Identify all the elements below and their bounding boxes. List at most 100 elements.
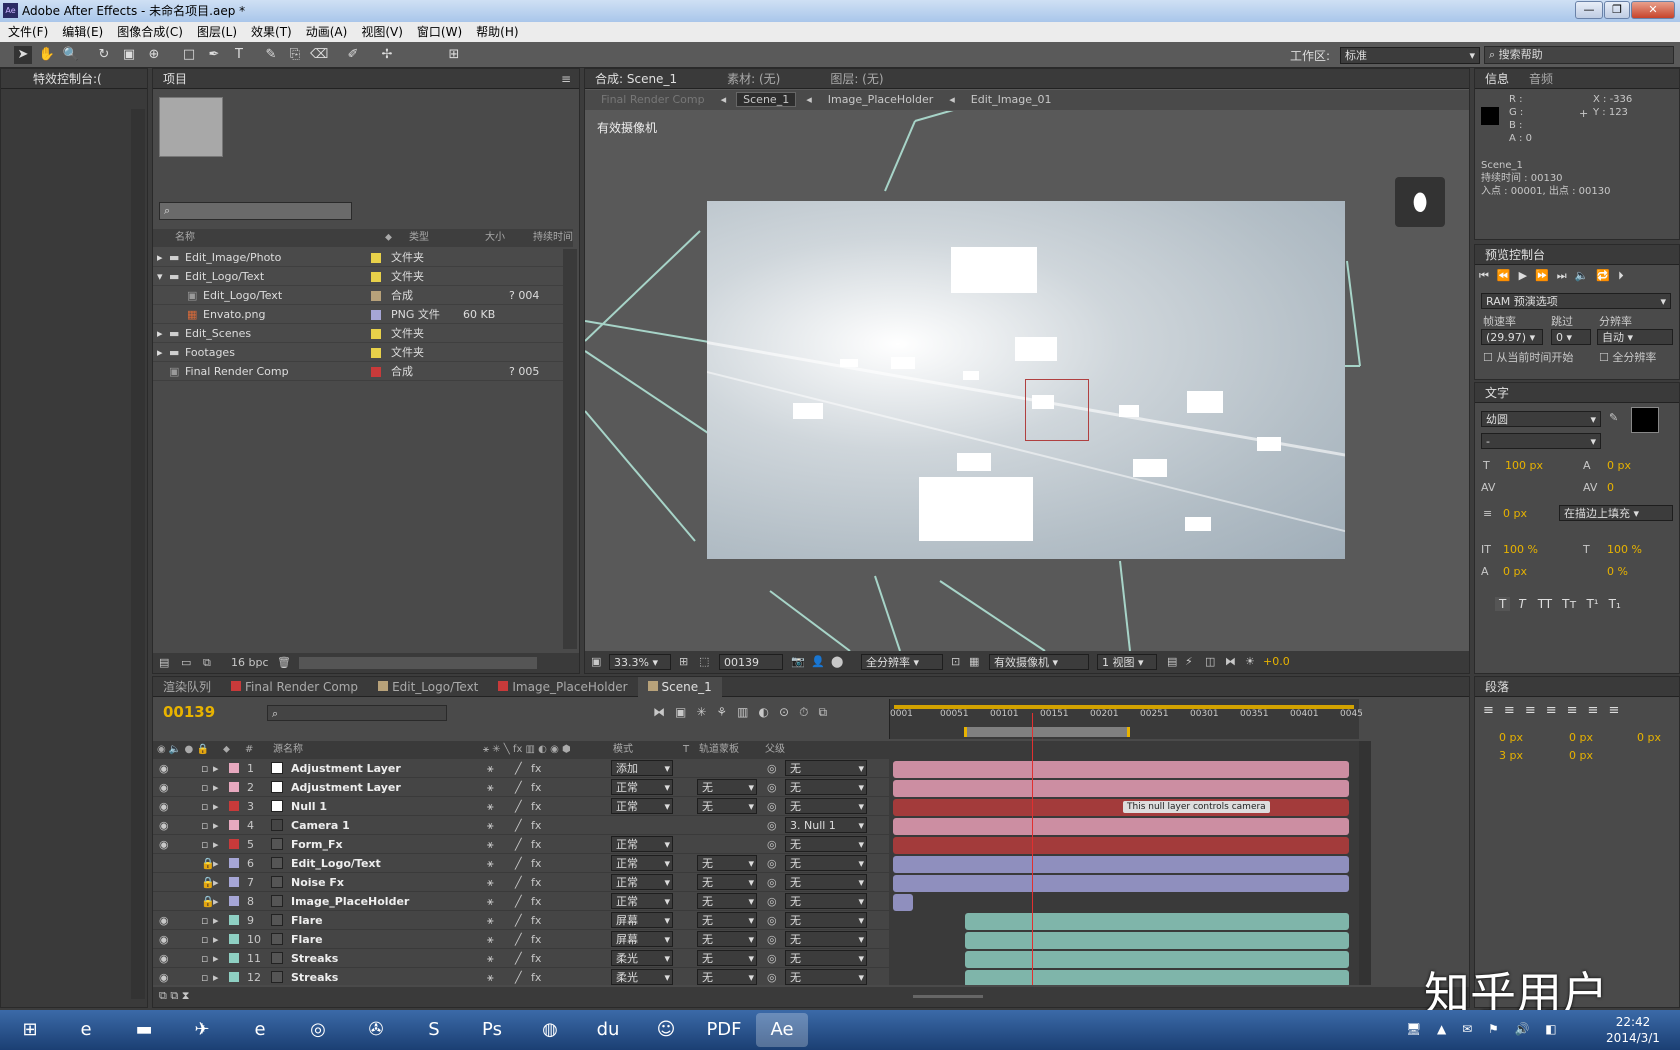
col-parent[interactable]: 父级 xyxy=(765,741,785,759)
label-color[interactable] xyxy=(371,348,381,358)
blend-mode-dropdown[interactable]: 柔光 ▾ xyxy=(611,969,673,985)
switch-fx-icon[interactable]: fx xyxy=(531,892,541,911)
blend-mode-dropdown[interactable]: 屏幕 ▾ xyxy=(611,931,673,947)
comp-flowchart-icon[interactable]: ⧓ xyxy=(653,705,675,719)
lock-icon[interactable]: ▫ xyxy=(201,816,208,835)
switch-quality-icon[interactable]: ╱ xyxy=(515,778,522,797)
switch-quality-icon[interactable]: ╱ xyxy=(515,835,522,854)
roto-brush-tool-icon[interactable]: ✐ xyxy=(344,46,362,64)
switch-quality-icon[interactable]: ╱ xyxy=(515,968,522,985)
label-color[interactable] xyxy=(229,763,239,773)
brush-tool-icon[interactable]: ✎ xyxy=(262,46,280,64)
label-color[interactable] xyxy=(229,839,239,849)
horizontal-scale-value[interactable]: 100 % xyxy=(1607,543,1642,556)
visibility-eye-icon[interactable]: ◉ xyxy=(159,930,169,949)
stroke-width-value[interactable]: 0 px xyxy=(1503,507,1527,520)
flowchart-icon[interactable]: ⧓ xyxy=(1225,651,1236,673)
layer-row[interactable]: 🔒 ▸ 7 Noise Fx ⚹ ╱ fx 正常 ▾ 无 ▾ ◎ 无 ▾ xyxy=(153,873,889,892)
font-family-dropdown[interactable]: 幼圆 ▾ xyxy=(1481,411,1601,427)
expand-arrow-icon[interactable]: ▸ xyxy=(213,968,219,985)
selection-tool-icon[interactable]: ➤ xyxy=(14,46,32,64)
col-mode[interactable]: 模式 xyxy=(613,741,633,759)
workspace-dropdown[interactable]: 标准 ▾ xyxy=(1340,47,1480,64)
expand-arrow-icon[interactable]: ▸ xyxy=(157,325,163,343)
clone-tool-icon[interactable]: ⎘ xyxy=(286,46,304,64)
label-color[interactable] xyxy=(371,310,381,320)
all-caps-button[interactable]: TT xyxy=(1538,597,1552,611)
switch-shy-icon[interactable]: ⚹ xyxy=(487,759,494,778)
ram-preview-icon[interactable]: ⏵ xyxy=(1618,269,1624,282)
label-color[interactable] xyxy=(229,877,239,887)
layer-row[interactable]: ◉ ▫ ▸ 5 Form_Fx ⚹ ╱ fx 正常 ▾ ◎ 无 ▾ xyxy=(153,835,889,854)
resolution-dropdown[interactable]: 全分辨率 ▾ xyxy=(861,654,943,670)
col-duration[interactable]: 持续时间 xyxy=(533,229,573,247)
visibility-eye-icon[interactable]: ◉ xyxy=(159,968,169,985)
align-right-icon[interactable]: ≡ xyxy=(1525,703,1546,718)
new-folder-icon[interactable]: ▭ xyxy=(181,653,191,673)
menu-item[interactable]: 图像合成(C) xyxy=(117,25,183,39)
switch-quality-icon[interactable]: ╱ xyxy=(515,797,522,816)
layer-name[interactable]: Noise Fx xyxy=(291,873,344,892)
clock-icon[interactable]: ⏱ xyxy=(799,705,818,719)
breadcrumb-item[interactable]: Final Render Comp xyxy=(595,93,711,106)
expand-arrow-icon[interactable]: ▸ xyxy=(157,344,163,362)
breadcrumb-item[interactable]: Edit_Image_01 xyxy=(965,93,1058,106)
col-source-name[interactable]: 源名称 xyxy=(273,741,303,759)
draft-3d-icon[interactable]: ▣ xyxy=(675,705,696,719)
menu-item[interactable]: 帮助(H) xyxy=(476,25,518,39)
indent-right-value[interactable]: 0 px xyxy=(1637,731,1661,744)
lock-icon[interactable]: ▫ xyxy=(201,930,208,949)
windows-start-icon[interactable]: ⊞ xyxy=(4,1013,56,1047)
switch-fx-icon[interactable]: fx xyxy=(531,835,541,854)
show-snapshot-icon[interactable]: 👤 xyxy=(811,651,825,673)
eraser-tool-icon[interactable]: ⌫ xyxy=(310,46,328,64)
effects-control-tab[interactable]: 特效控制台:( xyxy=(1,69,112,89)
tray-icons[interactable]: 🖥 ▲ ✉ ⚑ 🔊 ◧ xyxy=(1406,1022,1563,1036)
menu-item[interactable]: 视图(V) xyxy=(361,25,403,39)
viewer-tab[interactable]: 合成: Scene_1 xyxy=(585,69,687,89)
switch-shy-icon[interactable]: ⚹ xyxy=(487,778,494,797)
project-item-row[interactable]: ▾ ▬ Edit_Logo/Text 文件夹 xyxy=(153,268,563,286)
menu-item[interactable]: 窗口(W) xyxy=(417,25,462,39)
switch-fx-icon[interactable]: fx xyxy=(531,873,541,892)
label-color[interactable] xyxy=(371,329,381,339)
blend-mode-dropdown[interactable]: 正常 ▾ xyxy=(611,855,673,871)
parent-dropdown[interactable]: 无 ▾ xyxy=(785,912,867,928)
project-h-scrollbar[interactable] xyxy=(299,657,537,669)
photoshop-icon[interactable]: Ps xyxy=(466,1013,518,1047)
layer-duration-bar[interactable] xyxy=(893,780,1349,797)
rotate-tool-icon[interactable]: ↻ xyxy=(95,46,113,64)
visibility-eye-icon[interactable]: ◉ xyxy=(159,835,169,854)
layer-row[interactable]: ◉ ▫ ▸ 1 Adjustment Layer ⚹ ╱ fx 添加 ▾ ◎ 无 ▾ xyxy=(153,759,889,778)
expand-arrow-icon[interactable]: ▸ xyxy=(213,797,219,816)
layer-name[interactable]: Null 1 xyxy=(291,797,327,816)
ie-icon[interactable]: e xyxy=(234,1013,286,1047)
layer-row[interactable]: ◉ ▫ ▸ 2 Adjustment Layer ⚹ ╱ fx 正常 ▾ 无 ▾ ◎… xyxy=(153,778,889,797)
layer-row[interactable]: ◉ ▫ ▸ 3 Null 1 ⚹ ╱ fx 正常 ▾ 无 ▾ ◎ 无 ▾ xyxy=(153,797,889,816)
zoom-tool-icon[interactable]: 🔍 xyxy=(62,46,80,64)
expand-arrow-icon[interactable]: ▸ xyxy=(157,249,163,267)
layer-duration-bar[interactable] xyxy=(965,951,1349,968)
pickwhip-icon[interactable]: ◎ xyxy=(767,873,777,892)
align-left-icon[interactable]: ≡ xyxy=(1483,703,1504,718)
label-color[interactable] xyxy=(229,934,239,944)
vertical-scale-value[interactable]: 100 % xyxy=(1503,543,1538,556)
justify-all-icon[interactable]: ≡ xyxy=(1608,703,1629,718)
blend-mode-dropdown[interactable]: 正常 ▾ xyxy=(611,836,673,852)
blend-mode-dropdown[interactable]: 正常 ▾ xyxy=(611,798,673,814)
label-color[interactable] xyxy=(229,782,239,792)
help-search-input[interactable]: ⌕ 搜索帮助 xyxy=(1484,46,1674,64)
zoom-dropdown[interactable]: 33.3% ▾ xyxy=(609,654,671,670)
track-matte-dropdown[interactable]: 无 ▾ xyxy=(697,779,757,795)
baseline-shift-value[interactable]: 0 px xyxy=(1503,565,1527,578)
motion-blur-icon[interactable]: ▥ xyxy=(737,705,758,719)
pickwhip-icon[interactable]: ◎ xyxy=(767,835,777,854)
layer-name[interactable]: Camera 1 xyxy=(291,816,350,835)
layer-row[interactable]: ◉ ▫ ▸ 12 Streaks ⚹ ╱ fx 柔光 ▾ 无 ▾ ◎ 无 ▾ xyxy=(153,968,889,985)
parent-dropdown[interactable]: 无 ▾ xyxy=(785,836,867,852)
layer-duration-bar[interactable] xyxy=(893,875,1349,892)
timeline-tab[interactable]: 渲染队列 xyxy=(153,677,221,697)
hand-tool-icon[interactable]: ✋ xyxy=(38,46,56,64)
channel-icon[interactable]: ⬤ xyxy=(831,651,843,673)
breadcrumb-item[interactable]: Scene_1 xyxy=(736,92,797,107)
